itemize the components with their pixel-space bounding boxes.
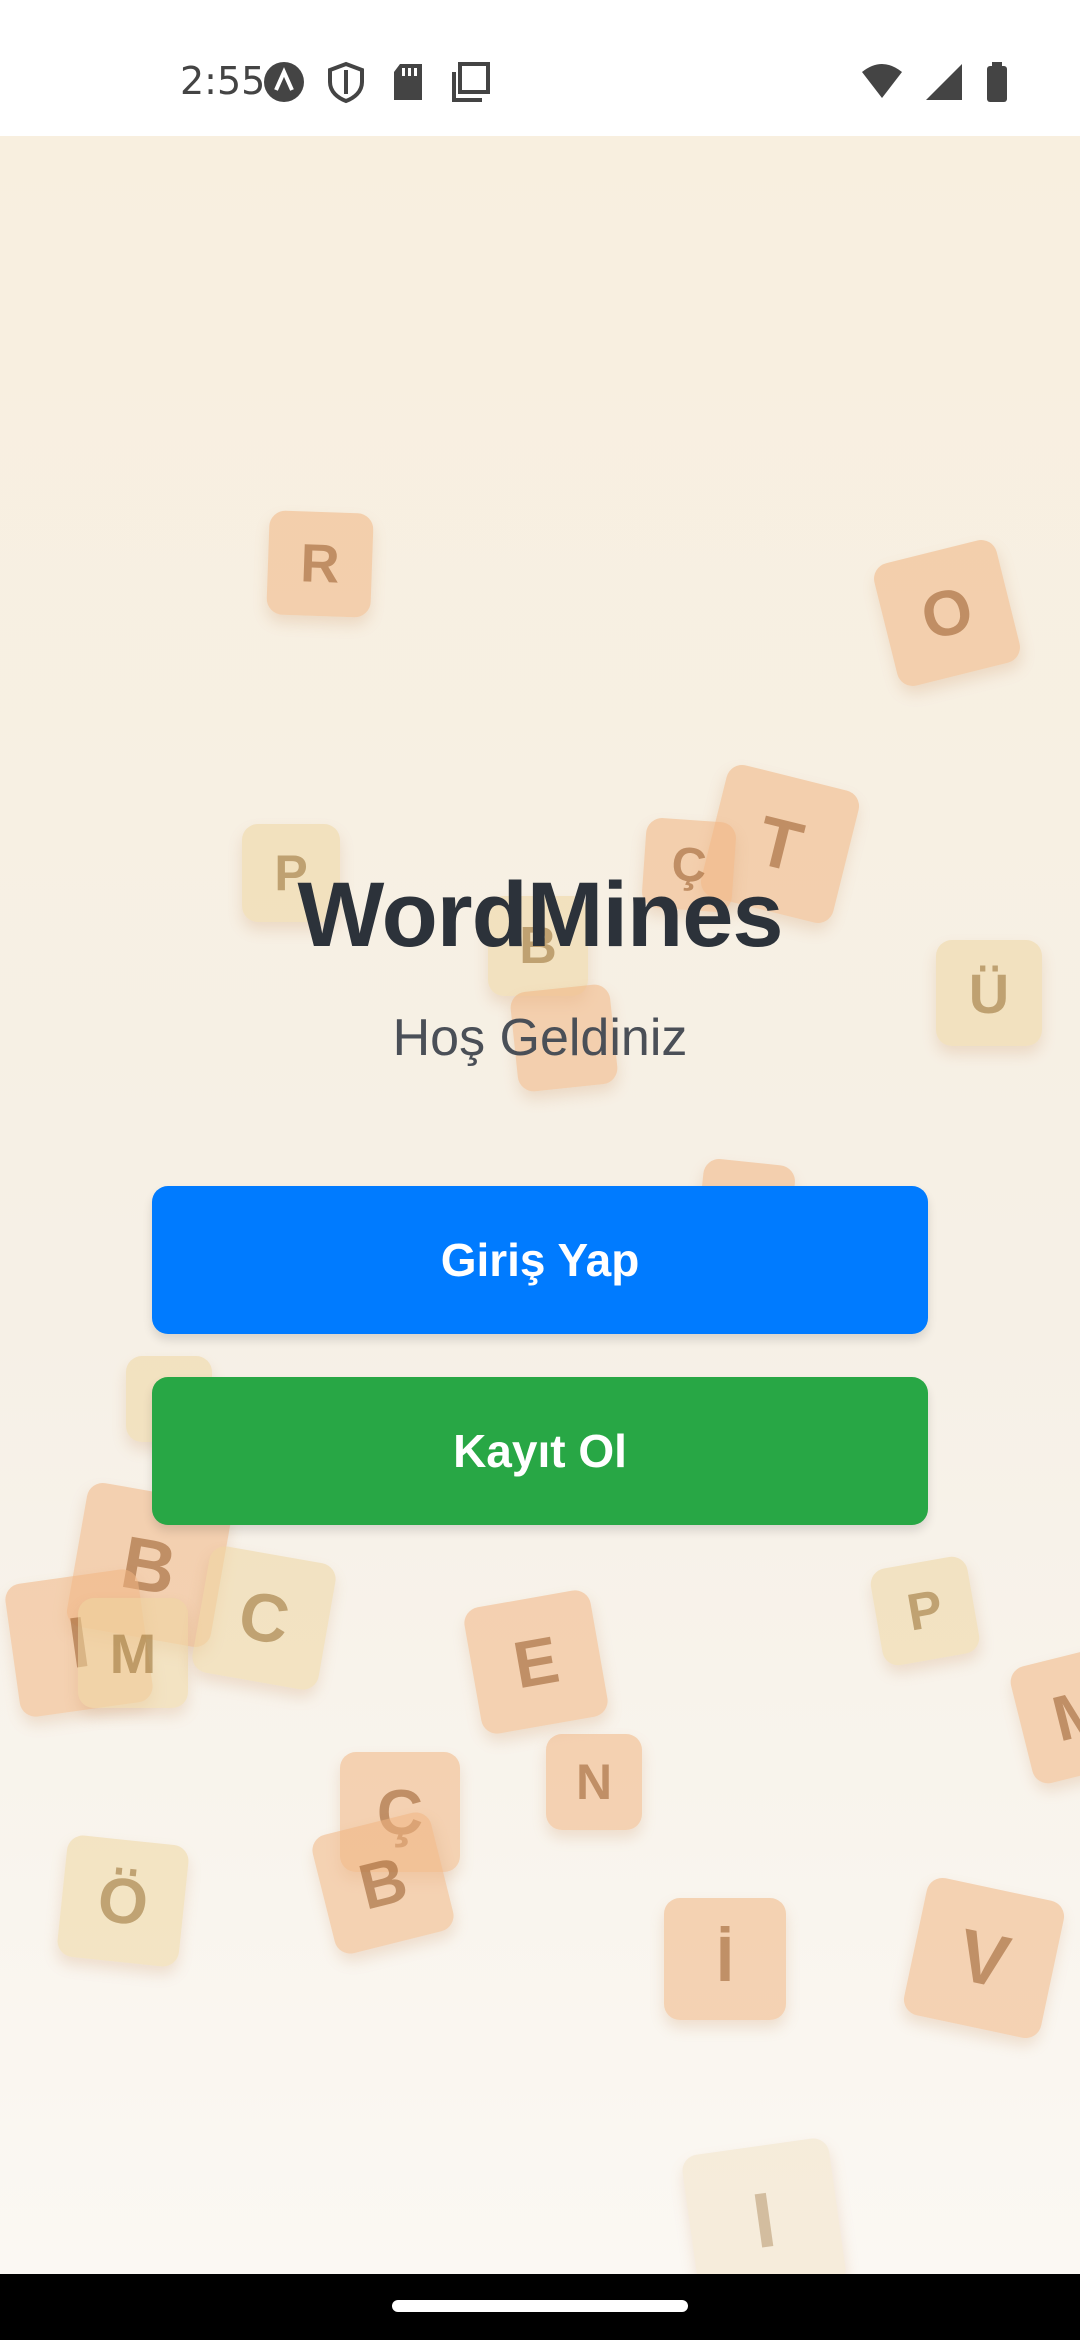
sd-card-icon [386,60,430,104]
background-letter-tile: N [546,1734,642,1830]
shield-icon [324,60,368,104]
welcome-subtitle: Hoş Geldiniz [392,1009,688,1067]
battery-icon [984,60,1010,104]
app-title: WordMines [297,864,783,966]
copy-icon [448,60,492,104]
background-letter-tile: E [461,1587,611,1737]
background-letter-tile: P [868,1554,982,1668]
register-button[interactable]: Kayıt Ol [152,1377,928,1525]
app-a-icon [262,60,306,104]
background-letter-tile: V [900,1874,1068,2042]
status-left-icons [262,60,492,104]
wifi-icon [860,60,904,104]
background-letter-tile: I [680,2136,848,2274]
signal-icon [922,60,966,104]
background-letter-tile: M [78,1598,188,1708]
welcome-screen: R O T Ç P B Ü B I M C E P M N Ç B Ö İ V … [0,136,1080,2274]
background-letter-tile: R [266,510,374,618]
status-bar: 2:55 [0,0,1080,136]
status-right-icons [860,60,1010,104]
background-letter-tile: O [870,536,1024,690]
background-letter-tile: M [1007,1641,1080,1787]
login-button[interactable]: Giriş Yap [152,1186,928,1334]
background-letter-tile: İ [664,1898,786,2020]
background-letter-tile: Ö [55,1833,191,1969]
status-time: 2:55 [180,59,266,103]
background-letter-tile: C [189,1543,339,1693]
home-gesture-handle[interactable] [392,2300,688,2312]
